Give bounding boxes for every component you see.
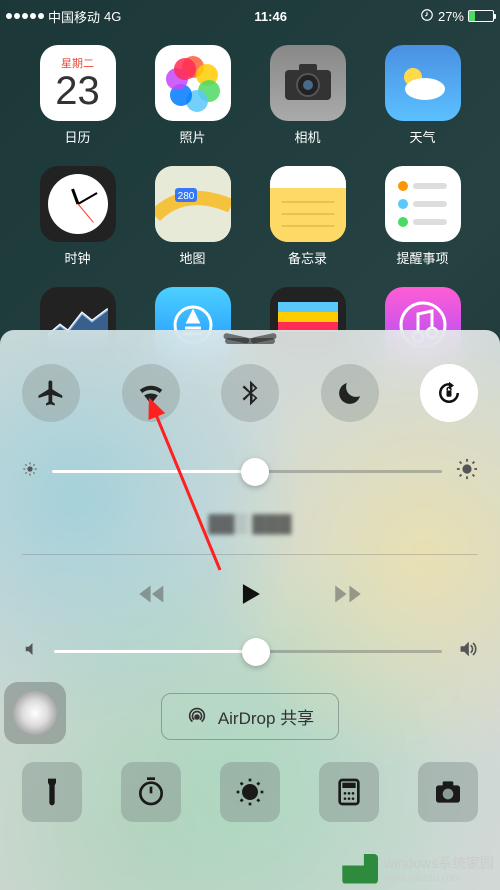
assistive-touch-button[interactable]	[4, 682, 66, 744]
app-label: 备忘录	[288, 248, 327, 267]
timer-button[interactable]	[121, 762, 181, 822]
bluetooth-icon	[235, 378, 265, 408]
assistive-touch-icon	[13, 691, 57, 735]
app-photos[interactable]: 照片	[135, 45, 250, 146]
app-label: 地图	[179, 248, 205, 267]
weather-icon	[385, 45, 461, 121]
bluetooth-toggle[interactable]	[221, 364, 279, 422]
do-not-disturb-toggle[interactable]	[321, 364, 379, 422]
divider	[22, 554, 478, 555]
calendar-icon: 星期二 23	[40, 45, 116, 121]
orientation-lock-icon	[434, 378, 464, 408]
battery-icon	[468, 10, 494, 22]
previous-track-button[interactable]	[135, 577, 169, 616]
camera-button[interactable]	[418, 762, 478, 822]
network-label: 4G	[104, 9, 121, 24]
play-button[interactable]	[233, 577, 267, 616]
watermark-url: www.rubaitu.com	[384, 873, 494, 884]
night-shift-icon	[234, 776, 266, 808]
volume-track[interactable]	[54, 650, 442, 653]
photos-icon	[155, 45, 231, 121]
carrier-label: 中国移动	[48, 7, 100, 26]
timer-icon	[135, 776, 167, 808]
moon-icon	[335, 378, 365, 408]
wifi-icon	[136, 378, 166, 408]
wifi-toggle[interactable]	[122, 364, 180, 422]
airplane-icon	[36, 378, 66, 408]
volume-high-icon	[456, 638, 478, 665]
watermark: windows系统家园 www.rubaitu.com	[342, 853, 494, 884]
brightness-high-icon	[456, 458, 478, 485]
battery-pct-label: 27%	[438, 9, 464, 24]
forward-icon	[331, 577, 365, 611]
app-clock[interactable]: 时钟	[20, 166, 135, 267]
media-controls	[22, 577, 478, 616]
flashlight-icon	[36, 776, 68, 808]
app-label: 日历	[64, 127, 90, 146]
camera-icon	[270, 45, 346, 121]
watermark-text: windows系统家园	[384, 853, 494, 873]
quick-actions-row	[22, 762, 478, 822]
maps-icon: 280	[155, 166, 231, 242]
app-label: 照片	[179, 127, 205, 146]
volume-low-icon	[22, 640, 40, 663]
next-track-button[interactable]	[331, 577, 365, 616]
orientation-lock-toggle[interactable]	[420, 364, 478, 422]
app-camera[interactable]: 相机	[250, 45, 365, 146]
brightness-slider[interactable]	[22, 458, 478, 485]
rewind-icon	[135, 577, 169, 611]
play-icon	[233, 577, 267, 611]
clock-icon	[40, 166, 116, 242]
app-label: 时钟	[64, 248, 90, 267]
slider-thumb[interactable]	[241, 458, 269, 486]
calendar-day: 23	[55, 71, 100, 111]
app-notes[interactable]: 备忘录	[250, 166, 365, 267]
volume-slider[interactable]	[22, 638, 478, 665]
watermark-logo-icon	[342, 854, 378, 884]
calculator-button[interactable]	[319, 762, 379, 822]
app-reminders[interactable]: 提醒事项	[365, 166, 480, 267]
calculator-icon	[333, 776, 365, 808]
svg-text:280: 280	[177, 191, 194, 202]
toggle-row	[22, 364, 478, 422]
airdrop-icon	[186, 706, 208, 728]
reminders-icon	[385, 166, 461, 242]
airdrop-button[interactable]: AirDrop 共享	[161, 693, 339, 740]
app-weather[interactable]: 天气	[365, 45, 480, 146]
app-label: 提醒事项	[396, 248, 448, 267]
clock-label: 11:46	[254, 9, 287, 24]
camera-icon	[432, 776, 464, 808]
brightness-low-icon	[22, 461, 38, 482]
airdrop-label: AirDrop 共享	[218, 704, 314, 729]
airplane-mode-toggle[interactable]	[22, 364, 80, 422]
flashlight-button[interactable]	[22, 762, 82, 822]
app-calendar[interactable]: 星期二 23 日历	[20, 45, 135, 146]
night-shift-button[interactable]	[220, 762, 280, 822]
slider-thumb[interactable]	[242, 638, 270, 666]
notes-icon	[270, 166, 346, 242]
app-label: 天气	[409, 127, 435, 146]
brightness-track[interactable]	[52, 470, 442, 473]
status-bar: 中国移动 4G 11:46 27%	[0, 0, 500, 32]
home-screen-apps: 星期二 23 日历 照片 相机 天气	[0, 45, 500, 363]
signal-dots-icon	[6, 13, 44, 19]
app-label: 相机	[294, 127, 320, 146]
now-playing-title: ▓▓░ ▓▓▓	[22, 513, 478, 534]
grabber-handle[interactable]	[225, 338, 275, 344]
app-maps[interactable]: 280 地图	[135, 166, 250, 267]
control-center[interactable]: ▓▓░ ▓▓▓ AirDrop 共享	[0, 330, 500, 890]
orientation-lock-status-icon	[420, 8, 434, 25]
